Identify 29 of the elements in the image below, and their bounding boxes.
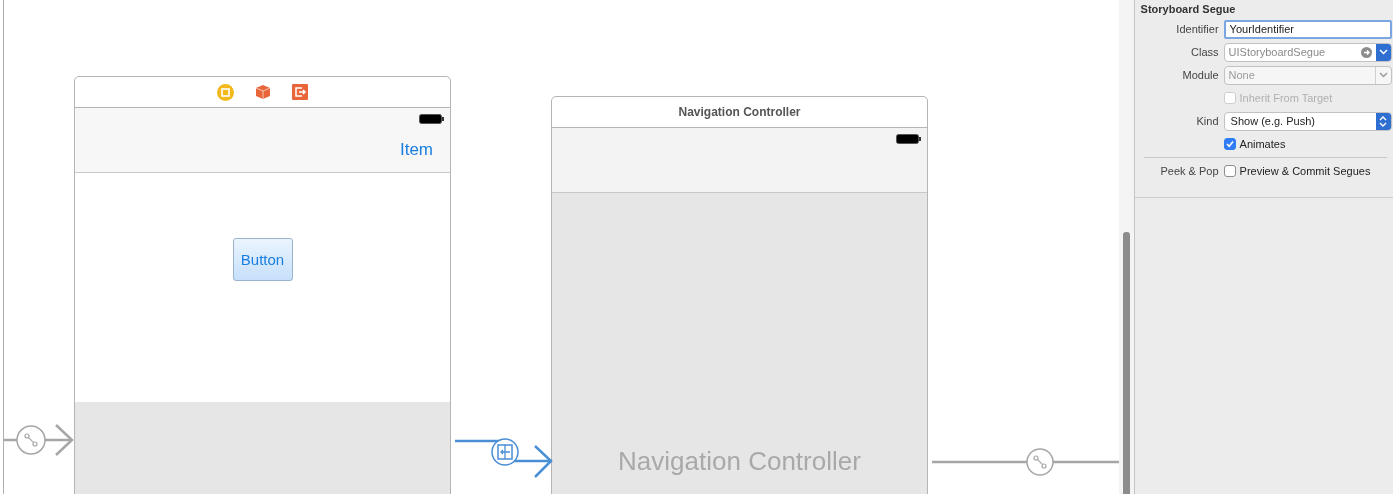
stepper-arrows-icon (1379, 115, 1388, 127)
scene-title: Navigation Controller (678, 105, 801, 119)
identifier-field[interactable]: YourIdentifier (1223, 19, 1392, 39)
battery-icon (419, 114, 444, 124)
field-label: Module (1182, 69, 1219, 81)
checkbox-label: Inherit From Target (1239, 92, 1333, 104)
section-title: Storyboard Segue (1140, 3, 1237, 15)
checkbox[interactable] (1223, 138, 1236, 150)
scene-placeholder-label: Navigation Controller (618, 446, 861, 477)
arrow-circle-icon[interactable] (1360, 46, 1372, 58)
battery-icon (896, 134, 921, 144)
combo-box[interactable]: UIStoryboardSegue (1223, 42, 1392, 62)
field-label: Kind (1196, 115, 1219, 127)
field-label: Peek & Pop (1160, 165, 1219, 177)
checkbox-label: Animates (1239, 138, 1286, 150)
exit-icon[interactable] (292, 84, 308, 100)
checkbox[interactable] (1223, 165, 1236, 177)
entry-point-arrow[interactable] (4, 424, 74, 456)
checkbox-label: Preview & Commit Segues (1239, 165, 1371, 177)
popup-button[interactable]: Show (e.g. Push) (1223, 111, 1392, 131)
field-label: Class (1191, 46, 1219, 58)
view-controller-icon[interactable] (217, 83, 234, 101)
field-label: Identifier (1176, 23, 1219, 35)
segue-connector[interactable] (932, 448, 1119, 476)
button[interactable]: Button (232, 238, 293, 281)
cube-icon[interactable] (255, 84, 271, 100)
bar-button-item[interactable]: Item (399, 140, 433, 160)
segue-arrow[interactable] (453, 438, 554, 478)
scrollbar-thumb[interactable] (1122, 232, 1130, 494)
